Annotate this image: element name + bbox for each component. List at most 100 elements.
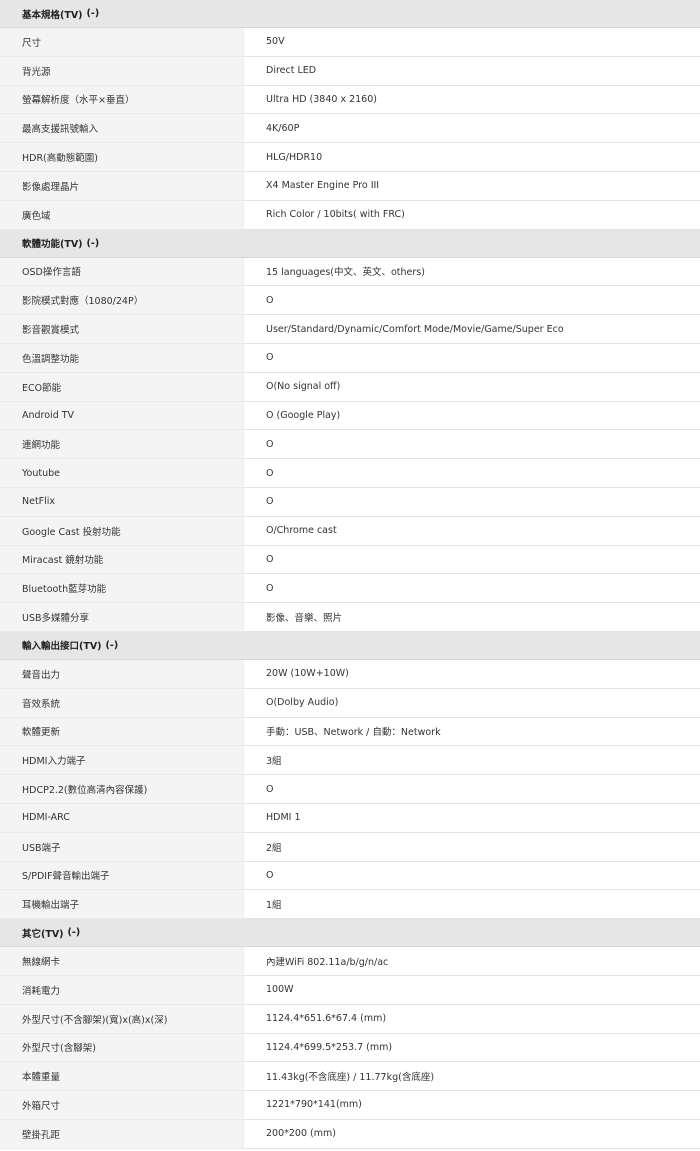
section-collapse-toggle[interactable]: (-) [68,927,81,938]
spec-row: HDCP2.2(數位高清內容保護) O [0,775,700,804]
spec-value: 1組 [243,890,700,920]
spec-row: HDR(高動態範圍) HLG/HDR10 [0,143,700,172]
spec-row: 外型尺寸(含腳架) 1124.4*699.5*253.7 (mm) [0,1033,700,1063]
spec-label: 本體重量 [0,1062,243,1092]
spec-value: 100W [243,975,700,1005]
spec-row: 音效系統 O(Dolby Audio) [0,688,700,718]
section-header[interactable]: 其它(TV) (-) [0,919,700,948]
spec-row: 消耗電力 100W [0,975,700,1005]
section-title: 輸入輸出接口(TV) [22,641,102,653]
section-collapse-toggle[interactable]: (-) [87,8,100,19]
spec-label: 螢幕解析度（水平×垂直） [0,85,243,115]
spec-value: 15 languages(中文、英文、others) [243,257,700,287]
spec-value: O/Chrome cast [243,516,700,546]
spec-value: 手動：USB、Network / 自動：Network [243,717,700,747]
spec-row: Youtube O [0,459,700,488]
spec-row: 壁掛孔距 200*200 (mm) [0,1119,700,1149]
spec-value: User/Standard/Dynamic/Comfort Mode/Movie… [243,315,700,344]
spec-value: 內建WiFi 802.11a/b/g/n/ac [243,947,700,976]
spec-value: 200*200 (mm) [243,1119,700,1149]
section-title: 其它(TV) [22,928,64,940]
spec-value: Direct LED [243,56,700,86]
spec-row: 本體重量 11.43kg(不含底座) / 11.77kg(含底座) [0,1062,700,1092]
spec-value: O [243,487,700,517]
spec-label: ECO節能 [0,372,243,402]
spec-row: 影音觀賞模式 User/Standard/Dynamic/Comfort Mode… [0,315,700,344]
spec-label: NetFlix [0,487,243,517]
spec-label: Google Cast 投射功能 [0,516,243,546]
spec-value: O [243,459,700,488]
spec-row: 色溫調整功能 O [0,343,700,373]
spec-row: USB端子 2組 [0,832,700,862]
spec-row: 連網功能 O [0,430,700,460]
spec-row: 最高支援訊號輸入 4K/60P [0,114,700,144]
spec-value: Ultra HD (3840 x 2160) [243,85,700,115]
spec-label: 消耗電力 [0,975,243,1005]
spec-value: 3組 [243,746,700,776]
spec-row: 廣色域 Rich Color / 10bits( with FRC) [0,200,700,230]
spec-label: OSD操作言語 [0,257,243,287]
spec-row: NetFlix O [0,487,700,517]
spec-value: 20W (10W+10W) [243,659,700,689]
spec-row: Bluetooth藍芽功能 O [0,574,700,604]
spec-value: HDMI 1 [243,803,700,833]
section-collapse-toggle[interactable]: (-) [87,238,100,249]
spec-value: Rich Color / 10bits( with FRC) [243,200,700,230]
spec-row: 耳機輸出端子 1組 [0,890,700,920]
spec-value: O [243,574,700,604]
spec-row: HDMI入力端子 3組 [0,746,700,776]
spec-row: S/PDIF聲音輸出端子 O [0,861,700,891]
section-header[interactable]: 軟體功能(TV) (-) [0,229,700,258]
spec-label: 無線網卡 [0,947,243,976]
section-title: 基本規格(TV) [22,9,83,21]
spec-row: 聲音出力 20W (10W+10W) [0,659,700,689]
spec-label: 廣色域 [0,200,243,230]
spec-value: O [243,775,700,804]
spec-label: 聲音出力 [0,659,243,689]
section-header[interactable]: 基本規格(TV) (-) [0,0,700,28]
spec-row: 外型尺寸(不含腳架)(寬)x(高)x(深) 1124.4*651.6*67.4 (… [0,1004,700,1034]
spec-row: 螢幕解析度（水平×垂直） Ultra HD (3840 x 2160) [0,85,700,115]
spec-row: Google Cast 投射功能 O/Chrome cast [0,516,700,546]
spec-label: Bluetooth藍芽功能 [0,574,243,604]
spec-label: 影音觀賞模式 [0,315,243,344]
spec-label: 軟體更新 [0,717,243,747]
section-collapse-toggle[interactable]: (-) [106,640,119,651]
spec-value: X4 Master Engine Pro III [243,171,700,201]
spec-label: 耳機輸出端子 [0,890,243,920]
spec-value: 50V [243,28,700,57]
spec-row: 外箱尺寸 1221*790*141(mm) [0,1091,700,1120]
spec-label: HDMI-ARC [0,803,243,833]
spec-value: O [243,430,700,460]
spec-label: 外型尺寸(不含腳架)(寬)x(高)x(深) [0,1004,243,1034]
spec-value: 1124.4*651.6*67.4 (mm) [243,1004,700,1034]
spec-row: Android TV O (Google Play) [0,401,700,431]
spec-label: Youtube [0,459,243,488]
spec-row: 軟體更新 手動：USB、Network / 自動：Network [0,717,700,747]
spec-value: 11.43kg(不含底座) / 11.77kg(含底座) [243,1062,700,1092]
spec-label: 音效系統 [0,688,243,718]
spec-row: Miracast 鏡射功能 O [0,545,700,575]
section-header[interactable]: 輸入輸出接口(TV) (-) [0,631,700,660]
spec-label: 外箱尺寸 [0,1091,243,1120]
spec-row: 影像處理晶片 X4 Master Engine Pro III [0,171,700,201]
spec-label: HDMI入力端子 [0,746,243,776]
spec-row: HDMI-ARC HDMI 1 [0,803,700,833]
spec-value: 4K/60P [243,114,700,144]
spec-label: 影像處理晶片 [0,171,243,201]
spec-label: 色溫調整功能 [0,343,243,373]
spec-value: 影像、音樂、照片 [243,603,700,632]
spec-value: 1221*790*141(mm) [243,1091,700,1120]
spec-value: 1124.4*699.5*253.7 (mm) [243,1033,700,1063]
spec-label: Miracast 鏡射功能 [0,545,243,575]
spec-row: USB多媒體分享 影像、音樂、照片 [0,603,700,632]
spec-value: O [243,861,700,891]
spec-label: USB端子 [0,832,243,862]
spec-label: 外型尺寸(含腳架) [0,1033,243,1063]
spec-value: O [243,286,700,316]
spec-value: O(Dolby Audio) [243,688,700,718]
spec-value: O [243,343,700,373]
spec-label: 影院模式對應（1080/24P） [0,286,243,316]
spec-value: HLG/HDR10 [243,143,700,172]
section-title: 軟體功能(TV) [22,239,83,251]
